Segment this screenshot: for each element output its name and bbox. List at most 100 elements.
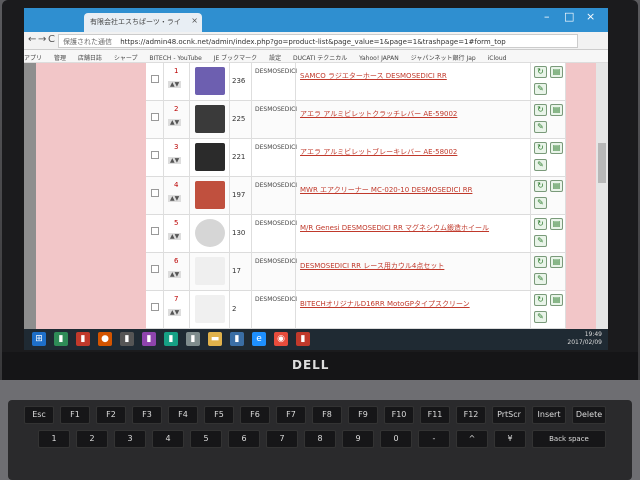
- product-name-link[interactable]: アエラ アルミビレットブレーキレバー AE-58002: [300, 147, 526, 157]
- product-thumbnail[interactable]: [195, 143, 225, 171]
- key-f9[interactable]: F9: [348, 406, 378, 424]
- edit-icon[interactable]: ↻: [534, 104, 547, 116]
- bookmark-item[interactable]: iCloud: [488, 52, 507, 62]
- app-icon[interactable]: ▮: [186, 332, 200, 346]
- key-2[interactable]: 2: [76, 430, 108, 448]
- folder-icon[interactable]: ▬: [208, 332, 222, 346]
- key-esc[interactable]: Esc: [24, 406, 54, 424]
- app-icon[interactable]: ▮: [230, 332, 244, 346]
- copy-icon[interactable]: ▤: [550, 256, 563, 268]
- sort-arrows-icon[interactable]: ▲▼: [168, 233, 182, 240]
- key-f4[interactable]: F4: [168, 406, 198, 424]
- key-4[interactable]: 4: [152, 430, 184, 448]
- key-0[interactable]: 0: [380, 430, 412, 448]
- copy-icon[interactable]: ▤: [550, 294, 563, 306]
- bookmark-item[interactable]: JE ブックマーク: [214, 50, 257, 62]
- key-f10[interactable]: F10: [384, 406, 414, 424]
- key-caret[interactable]: ^: [456, 430, 488, 448]
- reload-button[interactable]: C: [48, 34, 55, 45]
- delete-icon[interactable]: ✎: [534, 121, 547, 133]
- edit-icon[interactable]: ↻: [534, 142, 547, 154]
- product-thumbnail[interactable]: [195, 295, 225, 323]
- key-f3[interactable]: F3: [132, 406, 162, 424]
- copy-icon[interactable]: ▤: [550, 104, 563, 116]
- row-checkbox[interactable]: [151, 303, 159, 311]
- sort-arrows-icon[interactable]: ▲▼: [168, 81, 182, 88]
- url-input[interactable]: 保護された通信 https://admin48.ocnk.net/admin/i…: [58, 34, 578, 48]
- product-name-link[interactable]: アエラ アルミビレットクラッチレバー AE-59002: [300, 109, 526, 119]
- app-icon[interactable]: ▮: [120, 332, 134, 346]
- bookmark-item[interactable]: 店舗日誌: [78, 50, 102, 62]
- key-yen[interactable]: ¥: [494, 430, 526, 448]
- back-button[interactable]: ←: [28, 34, 36, 45]
- browser-tab[interactable]: 有限会社エスちぱーツ・ライ ×: [84, 13, 202, 32]
- product-name-link[interactable]: MWR エアクリーナー MC-020-10 DESMOSEDICI RR: [300, 185, 526, 195]
- chrome-icon[interactable]: ◉: [274, 332, 288, 346]
- product-thumbnail[interactable]: [195, 257, 225, 285]
- close-window-button[interactable]: ×: [586, 10, 595, 23]
- key-1[interactable]: 1: [38, 430, 70, 448]
- edit-icon[interactable]: ↻: [534, 218, 547, 230]
- app-icon[interactable]: ▮: [142, 332, 156, 346]
- key-9[interactable]: 9: [342, 430, 374, 448]
- bookmark-item[interactable]: Yahoo! JAPAN: [359, 52, 399, 62]
- app-icon[interactable]: ▮: [296, 332, 310, 346]
- sort-arrows-icon[interactable]: ▲▼: [168, 119, 182, 126]
- vertical-scrollbar[interactable]: [596, 63, 608, 329]
- minimize-button[interactable]: –: [544, 10, 550, 23]
- sort-arrows-icon[interactable]: ▲▼: [168, 157, 182, 164]
- key-prtscr[interactable]: PrtScr: [492, 406, 526, 424]
- product-name-link[interactable]: DESMOSEDICI RR レース用カウル4点セット: [300, 261, 526, 271]
- delete-icon[interactable]: ✎: [534, 273, 547, 285]
- bookmark-item[interactable]: アプリ: [24, 50, 42, 62]
- copy-icon[interactable]: ▤: [550, 66, 563, 78]
- bookmark-item[interactable]: 管理: [54, 50, 66, 62]
- key-7[interactable]: 7: [266, 430, 298, 448]
- forward-button[interactable]: →: [38, 34, 46, 45]
- app-icon[interactable]: ▮: [76, 332, 90, 346]
- edit-icon[interactable]: ↻: [534, 294, 547, 306]
- sort-arrows-icon[interactable]: ▲▼: [168, 195, 182, 202]
- key-f5[interactable]: F5: [204, 406, 234, 424]
- taskbar-clock[interactable]: 19:49 2017/02/09: [567, 331, 602, 347]
- key-f1[interactable]: F1: [60, 406, 90, 424]
- key-f12[interactable]: F12: [456, 406, 486, 424]
- product-thumbnail[interactable]: [195, 219, 225, 247]
- product-thumbnail[interactable]: [195, 67, 225, 95]
- delete-icon[interactable]: ✎: [534, 83, 547, 95]
- product-name-link[interactable]: BITECHオリジナルD16RR MotoGPタイプスクリーン: [300, 299, 526, 309]
- internet-explorer-icon[interactable]: e: [252, 332, 266, 346]
- delete-icon[interactable]: ✎: [534, 159, 547, 171]
- key-insert[interactable]: Insert: [532, 406, 566, 424]
- delete-icon[interactable]: ✎: [534, 311, 547, 323]
- key-minus[interactable]: -: [418, 430, 450, 448]
- delete-icon[interactable]: ✎: [534, 235, 547, 247]
- key-6[interactable]: 6: [228, 430, 260, 448]
- app-icon[interactable]: ▮: [54, 332, 68, 346]
- product-thumbnail[interactable]: [195, 105, 225, 133]
- product-name-link[interactable]: SAMCO ラジエターホース DESMOSEDICI RR: [300, 71, 526, 81]
- windows-start-icon[interactable]: ⊞: [32, 332, 46, 346]
- tab-close-icon[interactable]: ×: [191, 16, 198, 25]
- key-backspace[interactable]: Back space: [532, 430, 606, 448]
- product-thumbnail[interactable]: [195, 181, 225, 209]
- row-checkbox[interactable]: [151, 265, 159, 273]
- copy-icon[interactable]: ▤: [550, 180, 563, 192]
- key-f7[interactable]: F7: [276, 406, 306, 424]
- product-name-link[interactable]: M/R Genesi DESMOSEDICI RR マグネシウム鍛造ホイール: [300, 223, 526, 233]
- bookmark-item[interactable]: ジャパンネット銀行 Jap: [411, 50, 476, 62]
- sort-arrows-icon[interactable]: ▲▼: [168, 309, 182, 316]
- key-f2[interactable]: F2: [96, 406, 126, 424]
- copy-icon[interactable]: ▤: [550, 218, 563, 230]
- row-checkbox[interactable]: [151, 75, 159, 83]
- bookmark-item[interactable]: シャープ: [114, 50, 138, 62]
- sort-arrows-icon[interactable]: ▲▼: [168, 271, 182, 278]
- copy-icon[interactable]: ▤: [550, 142, 563, 154]
- scrollbar-thumb[interactable]: [598, 143, 606, 183]
- row-checkbox[interactable]: [151, 151, 159, 159]
- delete-icon[interactable]: ✎: [534, 197, 547, 209]
- row-checkbox[interactable]: [151, 189, 159, 197]
- key-f6[interactable]: F6: [240, 406, 270, 424]
- bookmark-item[interactable]: DUCATI テクニカル: [293, 50, 347, 62]
- key-5[interactable]: 5: [190, 430, 222, 448]
